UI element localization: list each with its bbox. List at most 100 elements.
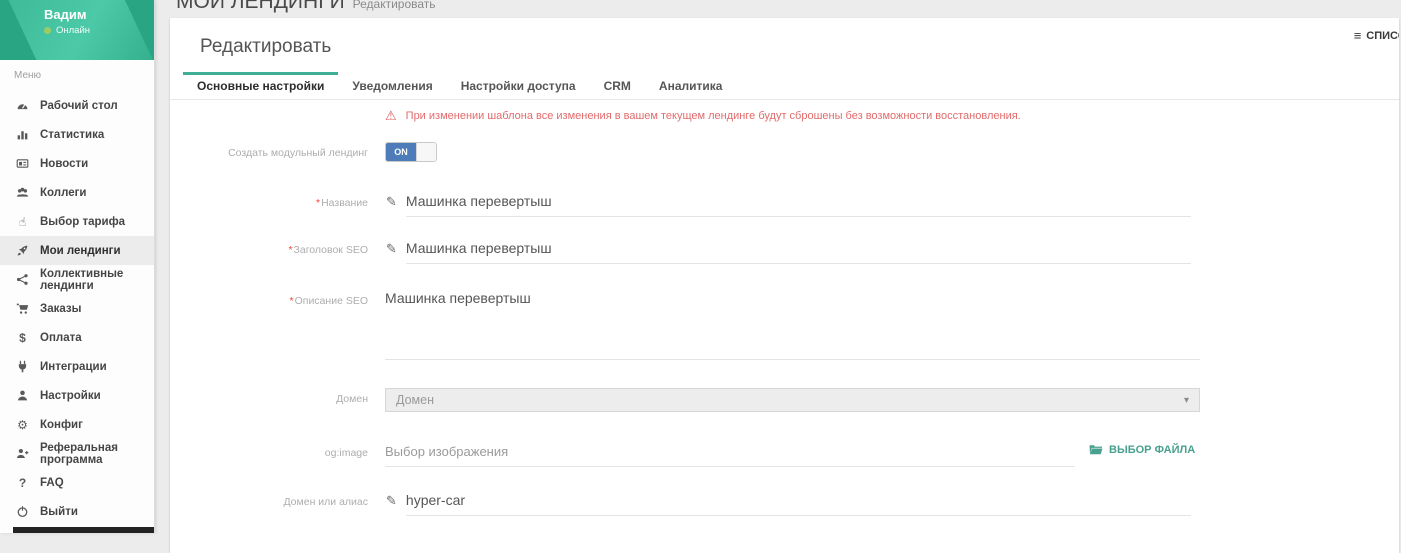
- integrations-icon: [14, 360, 31, 373]
- tab-access-settings[interactable]: Настройки доступа: [447, 72, 590, 99]
- sidebar-item-label: Коллеги: [40, 187, 86, 199]
- collective-landings-icon: [14, 273, 31, 286]
- choose-file-label: ВЫБОР ФАЙЛА: [1109, 444, 1195, 456]
- seo-title-label: *Заголовок SEO: [170, 239, 368, 264]
- sidebar-item-my-landings[interactable]: Мои лендинги: [0, 236, 154, 265]
- settings-form: Создать модульный лендинг ON *Название ✎…: [170, 142, 1399, 516]
- required-mark: *: [316, 197, 320, 209]
- template-warning: ⚠ При изменении шаблона все изменения в …: [385, 109, 1399, 122]
- list-button-label: СПИСОК: [1366, 30, 1399, 42]
- sidebar-item-label: Статистика: [40, 129, 104, 141]
- logout-icon: [14, 505, 31, 518]
- sidebar-item-colleagues[interactable]: Коллеги: [0, 178, 154, 207]
- required-mark: *: [290, 295, 294, 307]
- list-icon: ≡: [1354, 28, 1362, 43]
- tab-main-settings[interactable]: Основные настройки: [183, 72, 338, 99]
- seo-title-row: *Заголовок SEO ✎: [170, 239, 1399, 264]
- online-status-dot: [44, 27, 51, 34]
- choose-file-button[interactable]: ВЫБОР ФАЙЛА: [1089, 444, 1195, 456]
- page-subtitle: Редактировать: [353, 0, 436, 11]
- sidebar-item-label: Рабочий стол: [40, 100, 118, 112]
- tab-crm[interactable]: CRM: [590, 72, 645, 99]
- seo-description-textarea[interactable]: Машинка перевертыш: [385, 290, 1200, 360]
- edit-pencil-icon[interactable]: ✎: [386, 241, 397, 257]
- user-status: Онлайн: [44, 25, 90, 36]
- seo-title-input[interactable]: [406, 239, 1191, 264]
- user-name: Вадим: [44, 7, 86, 22]
- card-header: Редактировать ≡ СПИСОК: [170, 18, 1399, 72]
- sidebar-menu-label: Меню: [0, 60, 154, 85]
- sidebar-item-label: Интеграции: [40, 361, 107, 373]
- referral-icon: [14, 447, 31, 460]
- page-title: Мои лендинги: [176, 0, 345, 14]
- alias-label: Домен или алиас: [170, 491, 368, 516]
- name-input[interactable]: [406, 192, 1191, 217]
- sidebar-item-label: Оплата: [40, 332, 82, 344]
- og-image-row: og:image ВЫБОР ФАЙЛА: [170, 442, 1399, 467]
- og-image-input[interactable]: [385, 442, 1075, 467]
- editor-card: Редактировать ≡ СПИСОК Основные настройк…: [170, 18, 1399, 553]
- colleagues-icon: [14, 186, 31, 199]
- sidebar-item-label: Реферальная программа: [40, 442, 154, 466]
- sidebar-item-referral[interactable]: Реферальная программа: [0, 439, 154, 468]
- edit-pencil-icon[interactable]: ✎: [386, 493, 397, 509]
- tariff-icon: ☝: [14, 215, 31, 229]
- sidebar-item-config[interactable]: ⚙ Конфиг: [0, 410, 154, 439]
- alias-input[interactable]: [406, 491, 1191, 516]
- sidebar-item-tariff[interactable]: ☝ Выбор тарифа: [0, 207, 154, 236]
- sidebar-item-integrations[interactable]: Интеграции: [0, 352, 154, 381]
- sidebar-item-label: Заказы: [40, 303, 81, 315]
- list-button[interactable]: ≡ СПИСОК: [1354, 28, 1399, 43]
- sidebar-item-dashboard[interactable]: Рабочий стол: [0, 91, 154, 120]
- domain-select-value: Домен: [396, 393, 434, 407]
- sidebar-item-faq[interactable]: ? FAQ: [0, 468, 154, 497]
- alias-row: Домен или алиас ✎: [170, 491, 1399, 516]
- tab-analytics[interactable]: Аналитика: [645, 72, 737, 99]
- my-landings-icon: [14, 244, 31, 257]
- seo-description-row: *Описание SEO Машинка перевертыш: [170, 290, 1399, 360]
- sidebar-item-payment[interactable]: $ Оплата: [0, 323, 154, 352]
- sidebar-item-news[interactable]: Новости: [0, 149, 154, 178]
- chevron-down-icon: ▾: [1184, 395, 1189, 406]
- module-toggle[interactable]: ON: [385, 142, 437, 162]
- og-image-label: og:image: [170, 442, 368, 467]
- sidebar-item-label: Выйти: [40, 506, 78, 518]
- sidebar-user-panel: Вадим Онлайн: [0, 0, 154, 60]
- sidebar-item-logout[interactable]: Выйти: [0, 497, 154, 526]
- sidebar-item-label: FAQ: [40, 477, 64, 489]
- faq-icon: ?: [14, 476, 31, 490]
- domain-row: Домен Домен ▾: [170, 388, 1399, 412]
- sidebar-item-label: Коллективные лендинги: [40, 268, 154, 292]
- sidebar-item-statistics[interactable]: Статистика: [0, 120, 154, 149]
- stats-icon: [14, 128, 31, 141]
- settings-icon: [14, 389, 31, 402]
- config-icon: ⚙: [14, 418, 31, 432]
- seo-description-label: *Описание SEO: [170, 290, 368, 360]
- name-row: *Название ✎: [170, 192, 1399, 217]
- sidebar-item-label: Конфиг: [40, 419, 83, 431]
- folder-icon: [1089, 444, 1103, 456]
- toggle-on-label: ON: [386, 143, 416, 161]
- dashboard-icon: [14, 99, 31, 112]
- payment-icon: $: [14, 331, 31, 345]
- required-mark: *: [288, 244, 292, 256]
- warning-text: При изменении шаблона все изменения в ва…: [406, 110, 1021, 122]
- sidebar-item-collective-landings[interactable]: Коллективные лендинги: [0, 265, 154, 294]
- sidebar-menu: Рабочий стол Статистика Новости Коллеги …: [0, 91, 154, 526]
- news-icon: [14, 157, 31, 170]
- domain-select[interactable]: Домен ▾: [385, 388, 1200, 412]
- name-label: *Название: [170, 192, 368, 217]
- orders-icon: [14, 302, 31, 315]
- tab-notifications[interactable]: Уведомления: [338, 72, 446, 99]
- edit-pencil-icon[interactable]: ✎: [386, 194, 397, 210]
- tab-bar: Основные настройки Уведомления Настройки…: [170, 72, 1399, 100]
- module-toggle-label: Создать модульный лендинг: [170, 142, 368, 162]
- warning-icon: ⚠: [385, 109, 397, 122]
- sidebar-item-label: Настройки: [40, 390, 101, 402]
- sidebar-item-label: Мои лендинги: [40, 245, 121, 257]
- sidebar-item-settings[interactable]: Настройки: [0, 381, 154, 410]
- sidebar: Вадим Онлайн Меню Рабочий стол Статистик…: [0, 0, 155, 533]
- sidebar-item-orders[interactable]: Заказы: [0, 294, 154, 323]
- toggle-knob: [416, 143, 436, 161]
- module-toggle-row: Создать модульный лендинг ON: [170, 142, 1399, 162]
